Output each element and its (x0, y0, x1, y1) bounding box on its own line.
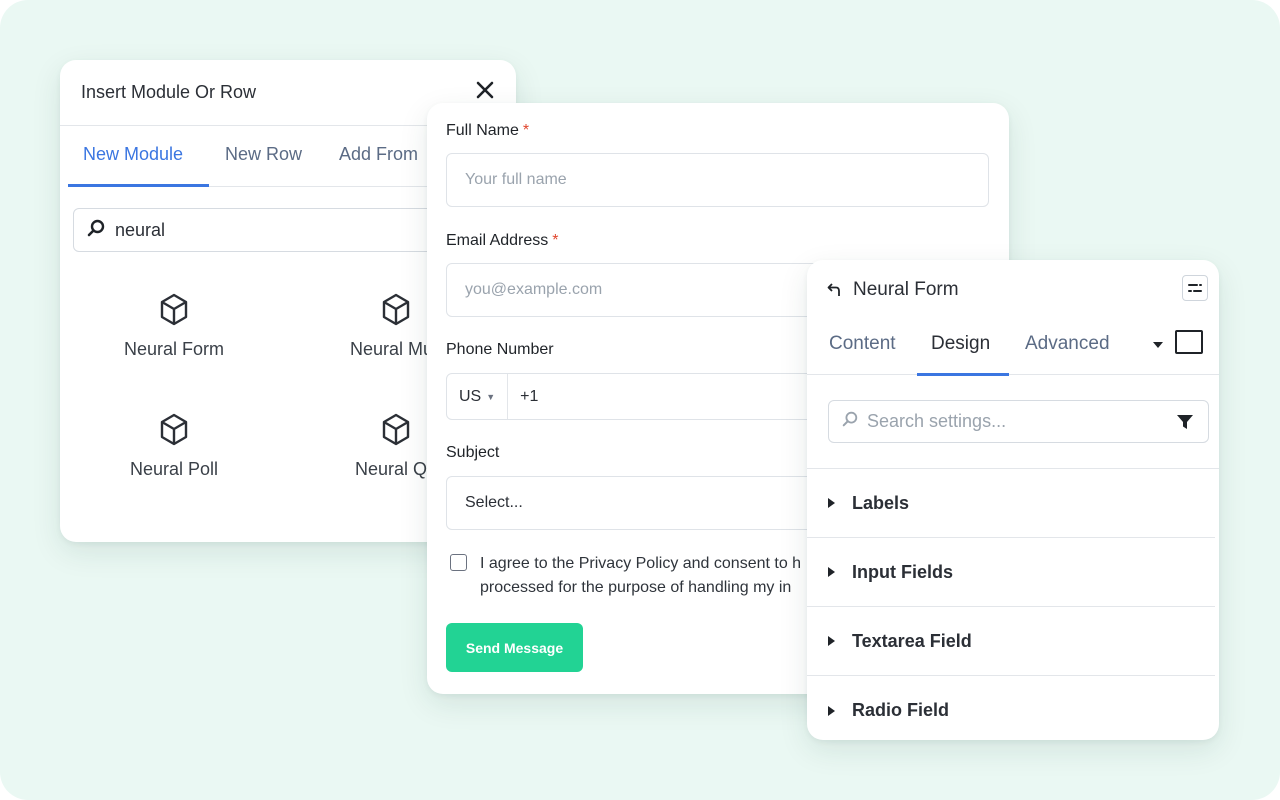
module-neural-poll[interactable]: Neural Poll (84, 413, 264, 480)
search-icon (86, 218, 106, 243)
module-neural-form[interactable]: Neural Form (84, 293, 264, 360)
toggle-icon[interactable] (1182, 275, 1208, 301)
section-label: Textarea Field (852, 630, 972, 651)
phone-code: +1 (520, 387, 539, 405)
tab-content[interactable]: Content (829, 333, 896, 355)
settings-search-input[interactable] (828, 400, 1209, 443)
module-label: Neural Poll (129, 459, 219, 479)
search-value: neural (115, 219, 166, 240)
dialog-title: Insert Module Or Row (81, 82, 257, 102)
phone-label: Phone Number (446, 341, 554, 358)
cube-icon (160, 413, 188, 446)
settings-search-field[interactable] (867, 411, 1157, 432)
dropdown-caret-icon[interactable] (1152, 336, 1164, 354)
tab-new-row[interactable]: New Row (225, 144, 302, 165)
module-label: Neural Form (123, 339, 225, 359)
device-preview-icon[interactable] (1175, 330, 1203, 354)
tab-design[interactable]: Design (931, 333, 990, 355)
undo-icon[interactable] (827, 282, 843, 303)
section-radio-field[interactable]: Radio Field (807, 676, 1215, 740)
chevron-right-icon (828, 498, 835, 508)
tab-add-from[interactable]: Add From (339, 144, 418, 165)
settings-title: Neural Form (853, 279, 959, 300)
cube-icon (382, 293, 410, 326)
tabs-divider (807, 374, 1219, 375)
chevron-right-icon (828, 636, 835, 646)
section-label: Input Fields (852, 561, 953, 582)
active-tab-indicator (68, 184, 209, 187)
section-textarea-field[interactable]: Textarea Field (807, 607, 1215, 676)
chevron-right-icon (828, 567, 835, 577)
required-mark: * (552, 232, 559, 249)
section-label: Labels (852, 492, 910, 513)
filter-icon[interactable] (1176, 413, 1194, 436)
subject-label: Subject (446, 444, 500, 461)
section-input-fields[interactable]: Input Fields (807, 538, 1215, 607)
full-name-field[interactable]: Your full name (446, 153, 989, 207)
close-icon[interactable] (471, 76, 499, 104)
cube-icon (382, 413, 410, 446)
tab-new-module[interactable]: New Module (83, 144, 183, 165)
cube-icon (160, 293, 188, 326)
search-icon (841, 410, 859, 433)
chevron-right-icon (828, 705, 835, 716)
full-name-placeholder: Your full name (465, 171, 567, 188)
consent-text: I agree to the Privacy Policy and consen… (480, 555, 802, 596)
consent-checkbox[interactable] (450, 554, 467, 571)
email-placeholder: you@example.com (465, 281, 603, 298)
section-label: Radio Field (852, 700, 950, 720)
tab-advanced[interactable]: Advanced (1025, 333, 1110, 355)
chevron-down-icon: ▼ (486, 391, 496, 402)
active-tab-indicator (917, 373, 1009, 376)
email-label: Email Address * (446, 232, 559, 249)
module-settings-panel: Neural Form Content Design Advanced Labe… (807, 260, 1219, 740)
country-select[interactable]: US ▼ (459, 374, 509, 419)
send-message-button[interactable]: Send Message (446, 623, 583, 672)
subject-value: Select... (465, 494, 523, 511)
section-labels[interactable]: Labels (807, 469, 1215, 538)
required-mark: * (522, 122, 530, 139)
full-name-label: Full Name * (446, 122, 530, 139)
